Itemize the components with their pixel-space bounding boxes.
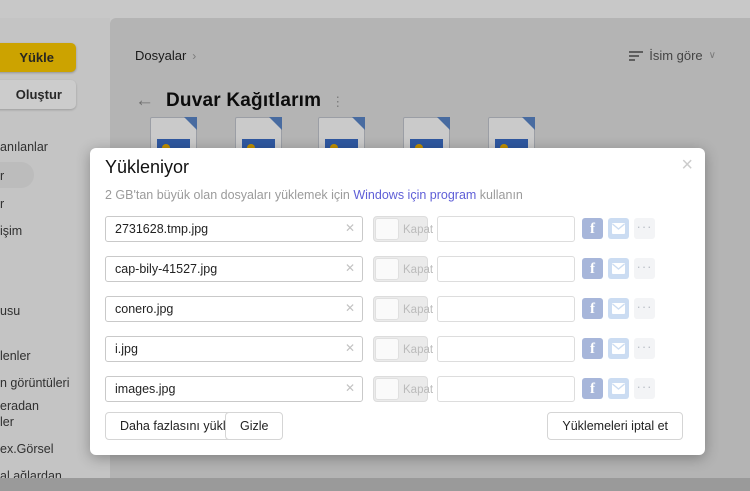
upload-row: ✕ Kapat f ··· — [90, 336, 705, 362]
toggle-label: Kapat — [403, 304, 434, 316]
clear-icon[interactable]: ✕ — [345, 262, 355, 274]
clear-icon[interactable]: ✕ — [345, 342, 355, 354]
mail-icon[interactable] — [608, 258, 629, 279]
more-options-icon[interactable]: ··· — [634, 298, 655, 319]
cancel-uploads-button[interactable]: Yüklemeleri iptal et — [547, 412, 683, 440]
facebook-icon[interactable]: f — [582, 298, 603, 319]
mail-icon[interactable] — [608, 298, 629, 319]
more-options-icon[interactable]: ··· — [634, 258, 655, 279]
facebook-icon[interactable]: f — [582, 218, 603, 239]
filename-input[interactable] — [105, 336, 363, 362]
hide-button[interactable]: Gizle — [225, 412, 284, 440]
clear-icon[interactable]: ✕ — [345, 222, 355, 234]
more-options-icon[interactable]: ··· — [634, 338, 655, 359]
toggle-knob — [375, 338, 399, 360]
access-toggle[interactable]: Kapat — [373, 296, 433, 322]
toggle-knob — [375, 298, 399, 320]
share-link-field — [437, 296, 575, 322]
toggle-label: Kapat — [403, 264, 434, 276]
filename-field-wrap: ✕ — [105, 256, 363, 282]
mail-icon[interactable] — [608, 218, 629, 239]
close-icon[interactable]: × — [681, 155, 693, 175]
toggle-knob — [375, 258, 399, 280]
upload-row: ✕ Kapat f ··· — [90, 296, 705, 322]
toggle-knob — [375, 218, 399, 240]
filename-field-wrap: ✕ — [105, 376, 363, 402]
facebook-icon[interactable]: f — [582, 378, 603, 399]
share-link-field — [437, 256, 575, 282]
access-toggle[interactable]: Kapat — [373, 376, 433, 402]
share-link-field — [437, 376, 575, 402]
note-prefix: 2 GB'tan büyük olan dosyaları yüklemek i… — [105, 188, 354, 202]
filename-input[interactable] — [105, 376, 363, 402]
share-link-field — [437, 216, 575, 242]
share-link-field — [437, 336, 575, 362]
access-toggle[interactable]: Kapat — [373, 216, 433, 242]
toggle-knob — [375, 378, 399, 400]
facebook-icon[interactable]: f — [582, 258, 603, 279]
clear-icon[interactable]: ✕ — [345, 382, 355, 394]
toggle-label: Kapat — [403, 344, 434, 356]
mail-icon[interactable] — [608, 338, 629, 359]
more-options-icon[interactable]: ··· — [634, 378, 655, 399]
filename-field-wrap: ✕ — [105, 336, 363, 362]
access-toggle[interactable]: Kapat — [373, 336, 433, 362]
dialog-title: Yükleniyor — [105, 157, 190, 177]
facebook-icon[interactable]: f — [582, 338, 603, 359]
mail-icon[interactable] — [608, 378, 629, 399]
upload-row: ✕ Kapat f ··· — [90, 256, 705, 282]
note-suffix: kullanın — [476, 188, 523, 202]
filename-input[interactable] — [105, 256, 363, 282]
clear-icon[interactable]: ✕ — [345, 302, 355, 314]
windows-program-link[interactable]: Windows için program — [353, 188, 476, 202]
filename-field-wrap: ✕ — [105, 296, 363, 322]
toggle-label: Kapat — [403, 384, 434, 396]
size-limit-note: 2 GB'tan büyük olan dosyaları yüklemek i… — [105, 188, 523, 202]
upload-row: ✕ Kapat f ··· — [90, 376, 705, 402]
filename-field-wrap: ✕ — [105, 216, 363, 242]
upload-row: ✕ Kapat f ··· — [90, 216, 705, 242]
more-options-icon[interactable]: ··· — [634, 218, 655, 239]
upload-dialog: Yükleniyor × 2 GB'tan büyük olan dosyala… — [90, 148, 705, 455]
filename-input[interactable] — [105, 216, 363, 242]
access-toggle[interactable]: Kapat — [373, 256, 433, 282]
toggle-label: Kapat — [403, 224, 434, 236]
filename-input[interactable] — [105, 296, 363, 322]
